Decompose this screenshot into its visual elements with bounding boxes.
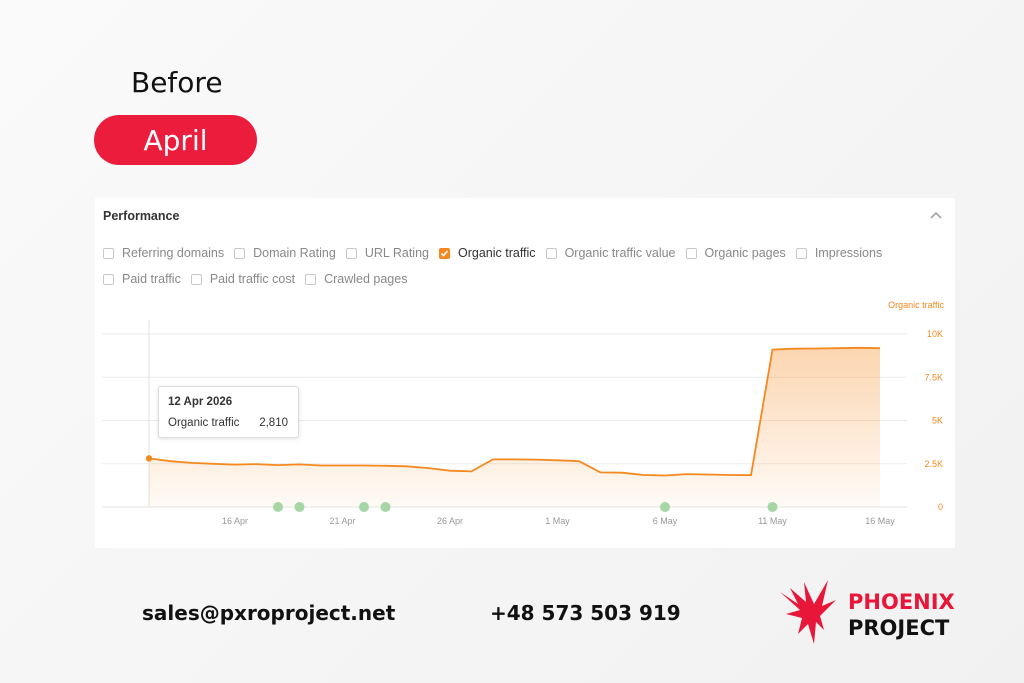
phoenix-project-logo: PHOENIX PROJECT <box>776 578 966 648</box>
y-tick-label: 10K <box>927 329 943 339</box>
y-tick-label: 2.5K <box>924 459 943 469</box>
y-tick-label: 5K <box>932 416 943 426</box>
annotation-marker[interactable] <box>660 502 670 512</box>
x-tick-label: 16 Apr <box>222 516 248 526</box>
contact-email[interactable]: sales@pxroproject.net <box>142 601 395 625</box>
contact-phone[interactable]: +48 573 503 919 <box>490 601 681 625</box>
x-axis: 16 Apr 21 Apr 26 Apr 1 May 6 May 11 May 16 May <box>222 516 895 526</box>
x-tick-label: 1 May <box>545 516 570 526</box>
x-tick-label: 11 May <box>758 516 787 526</box>
annotation-marker[interactable] <box>767 502 778 512</box>
annotation-marker[interactable] <box>294 502 305 512</box>
tooltip-date: 12 Apr 2026 <box>168 396 233 408</box>
logo-line2: PROJECT <box>848 616 950 640</box>
phoenix-bird-icon <box>780 580 836 644</box>
logo-line1: PHOENIX <box>848 590 955 614</box>
y-axis: 0 2.5K 5K 7.5K 10K <box>924 329 943 512</box>
hovered-point[interactable] <box>145 455 153 462</box>
annotation-marker[interactable] <box>273 502 283 512</box>
y-axis-title: Organic traffic <box>888 300 944 310</box>
period-pill: April <box>94 115 257 165</box>
y-tick-label: 0 <box>938 502 943 512</box>
annotation-marker[interactable] <box>359 502 369 512</box>
x-tick-label: 26 Apr <box>437 516 463 526</box>
before-label: Before <box>131 66 223 99</box>
chart-tooltip: 12 Apr 2026 Organic traffic 2,810 <box>158 386 299 438</box>
y-tick-label: 7.5K <box>924 372 943 382</box>
tooltip-value: 2,810 <box>259 417 288 429</box>
tooltip-label: Organic traffic <box>168 417 240 429</box>
x-tick-label: 6 May <box>653 516 678 526</box>
x-tick-label: 21 Apr <box>329 516 355 526</box>
x-tick-label: 16 May <box>865 516 895 526</box>
annotation-marker[interactable] <box>380 502 391 512</box>
organic-traffic-chart: Organic traffic 16 Apr 21 Apr 26 Apr 1 May 6… <box>102 300 944 526</box>
performance-panel: Performance Referring domains Domain Rati… <box>95 198 955 548</box>
